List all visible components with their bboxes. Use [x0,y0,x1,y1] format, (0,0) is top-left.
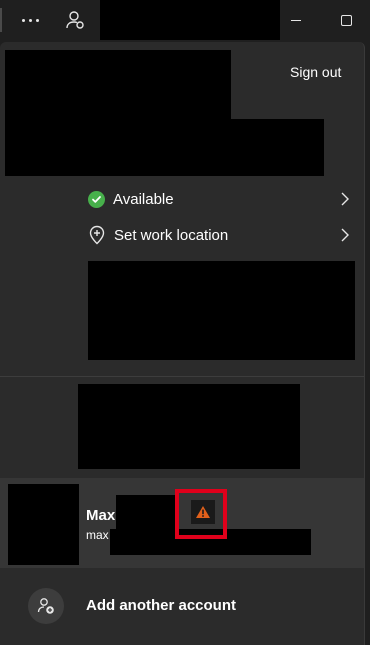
add-person-icon [28,588,64,624]
maximize-button[interactable] [332,8,360,32]
redacted-account-avatar [8,484,79,565]
minimize-button[interactable] [282,8,310,32]
sign-out-button[interactable]: Sign out [280,58,351,86]
availability-label: Available [113,190,174,208]
chevron-right-icon [341,192,349,206]
presence-button[interactable] [55,4,95,36]
chevron-right-icon [341,228,349,242]
redacted-profile-detail [231,119,324,176]
account-name: Max [86,507,116,524]
add-account-label: Add another account [86,597,237,614]
redacted-org-info [78,384,300,469]
presence-person-icon [66,11,84,29]
redacted-account-name [116,495,176,533]
minimize-icon [291,19,301,21]
location-add-icon [89,225,105,245]
work-location-label: Set work location [114,226,229,244]
work-location-row[interactable]: Set work location [88,223,358,247]
more-options-button[interactable] [10,4,50,36]
account-email: max [86,528,109,542]
maximize-icon [340,14,352,26]
redacted-title [100,0,280,40]
warning-highlight [175,489,227,539]
titlebar-divider [0,8,2,32]
add-account-button[interactable]: Add another account [0,580,364,632]
availability-row[interactable]: Available [88,187,358,211]
warning-triangle-icon[interactable] [191,500,215,524]
redacted-profile-photo [5,50,231,176]
redacted-status-message [88,261,355,360]
section-divider [0,376,364,377]
available-check-icon [88,190,105,208]
more-icon [20,18,41,22]
